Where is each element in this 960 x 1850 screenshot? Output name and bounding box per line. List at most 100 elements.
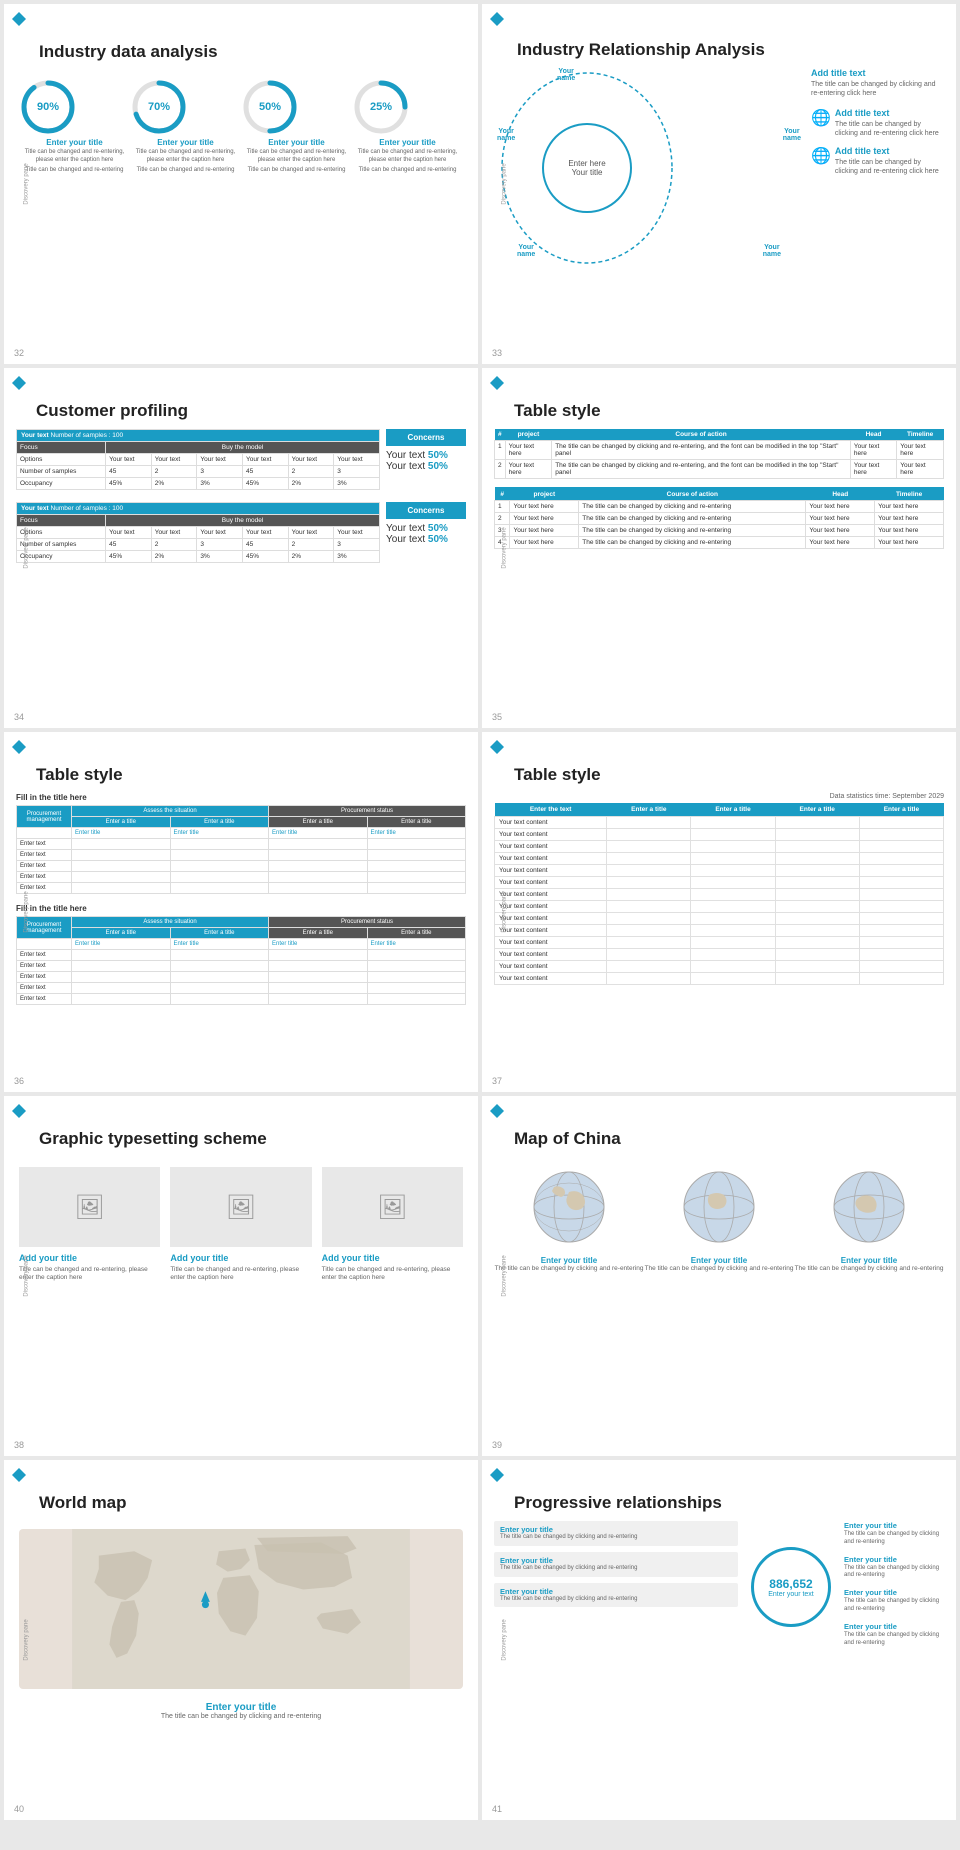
donut-2: 70% — [130, 78, 188, 136]
slide-accent-40 — [12, 1468, 26, 1482]
th-35-1-hash: # — [495, 429, 506, 441]
vertical-label-34: Discovery pane — [24, 527, 30, 568]
cell-et-2: Enter title — [170, 828, 269, 839]
tr-37-2: Your text content — [495, 829, 944, 841]
right-item-2-text: Add title text The title can be changed … — [835, 146, 941, 176]
globe-desc-1: The title can be changed by clicking and… — [495, 1265, 644, 1273]
circle-label-4: Enter your title — [352, 138, 463, 147]
tr-37-7: Your text content — [495, 889, 944, 901]
image-icon-1: 🖼 — [74, 1193, 104, 1222]
vertical-label-35: Discovery pane — [502, 527, 508, 568]
prog-box-title-2: Enter your title — [500, 1556, 732, 1565]
img-desc-3: Title can be changed and re-entering, pl… — [322, 1266, 463, 1283]
table-36-1: Procurement management Assess the situat… — [16, 805, 466, 894]
donut-3: 50% — [241, 78, 299, 136]
prog-box-title-3: Enter your title — [500, 1587, 732, 1596]
table-35-1: # project Course of action Head Timeline… — [494, 429, 944, 479]
th-37-4: Enter a title — [859, 803, 943, 817]
pct-line1: Your text 50% — [386, 450, 466, 461]
slide-accent-41 — [490, 1468, 504, 1482]
right-item-41-4: Enter your title The title can be change… — [844, 1622, 944, 1648]
table-36-2: Procurement management Assess the situat… — [16, 916, 466, 1005]
slide-num-35: 35 — [492, 712, 502, 722]
donut-4: 25% — [352, 78, 410, 136]
slide-num-38: 38 — [14, 1440, 24, 1450]
circle-desc-1: Title can be changed and re-entering, pl… — [19, 149, 130, 165]
slide-num-34: 34 — [14, 712, 24, 722]
right-item-2: 🌐 Add title text The title can be change… — [811, 146, 941, 176]
right-desc-1: The title can be changed by clicking and… — [835, 120, 941, 138]
th-35-2-head: Head — [806, 488, 875, 501]
right-title-41-1: Enter your title — [844, 1521, 944, 1530]
table-row-35-2-4: 4Your text hereThe title can be changed … — [495, 537, 944, 549]
right-title-2: Add title text — [835, 146, 941, 156]
th-37-text: Enter the text — [495, 803, 607, 817]
enter-a-2: Enter a title — [170, 817, 269, 828]
prog-center: 886,652 Enter your text — [746, 1521, 836, 1653]
prog-box-desc-3: The title can be changed by clicking and… — [500, 1596, 732, 1604]
diagram-right: Add title text The title can be changed … — [811, 68, 941, 185]
slide-accent-38 — [12, 1104, 26, 1118]
sat-br: Yourname — [763, 244, 781, 258]
donut-val-4: 25% — [370, 101, 392, 113]
globe-row: Enter your title The title can be change… — [494, 1167, 944, 1273]
vertical-label-32: Discovery pane — [24, 163, 30, 204]
slide-34: Customer profiling Your text Number of s… — [4, 368, 478, 728]
slide-num-40: 40 — [14, 1804, 24, 1814]
globe-svg-1 — [529, 1167, 609, 1247]
samples-label-2: Number of samples : 100 — [51, 505, 124, 512]
tr-37-13: Your text content — [495, 961, 944, 973]
enter-b-2: Enter a title — [170, 928, 269, 939]
donut-val-2: 70% — [148, 101, 170, 113]
globe-title-1: Enter your title — [495, 1256, 644, 1265]
globe-title-3: Enter your title — [795, 1256, 944, 1265]
th-35-2-tl: Timeline — [875, 488, 944, 501]
your-text-label: Your text — [21, 432, 49, 439]
circle-label-1: Enter your title — [19, 138, 130, 147]
row2-l: Enter text — [17, 850, 72, 861]
pct-line2: Your text 50% — [386, 461, 466, 472]
right-desc-41-3: The title can be changed by clicking and… — [844, 1598, 944, 1614]
vertical-label-37: Discovery pane — [502, 891, 508, 932]
pct2-line1: Your text 50% — [386, 523, 466, 534]
sat-left: Yourname — [497, 128, 515, 142]
globe-svg-3 — [829, 1167, 909, 1247]
enter-b-4: Enter a title — [367, 928, 466, 939]
slide-accent-39 — [490, 1104, 504, 1118]
globe-desc-3: The title can be changed by clicking and… — [795, 1265, 944, 1273]
sat-bl: Yourname — [517, 244, 535, 258]
circle-item-1: 90% Enter your title Title can be change… — [19, 78, 130, 174]
assess-2: Assess the situation — [72, 917, 269, 928]
prog-center-circle: 886,652 Enter your text — [751, 1547, 831, 1627]
slide-accent-35 — [490, 376, 504, 390]
circle-desc-4: Title can be changed and re-entering, pl… — [352, 149, 463, 165]
slide-40-title: World map — [19, 1465, 463, 1521]
prog-box-3: Enter your title The title can be change… — [494, 1583, 738, 1608]
circle-item-4: 25% Enter your title Title can be change… — [352, 78, 463, 174]
slide-accent-34 — [12, 376, 26, 390]
slide-33-title: Industry Relationship Analysis — [497, 12, 941, 68]
sat-top: Yourname — [557, 68, 575, 82]
tr-37-11: Your text content — [495, 937, 944, 949]
tr-37-14: Your text content — [495, 973, 944, 985]
slide-accent-33 — [490, 12, 504, 26]
samples-label: Number of samples : 100 — [51, 432, 124, 439]
tr-37-6: Your text content — [495, 877, 944, 889]
globe-item-3: Enter your title The title can be change… — [795, 1167, 944, 1273]
table-2-wrap: Your text Number of samples : 100 Focus … — [16, 502, 380, 567]
circle-desc4b-4: Title can be changed and re-entering — [352, 167, 463, 175]
slide-accent-36 — [12, 740, 26, 754]
table-1: Your text Number of samples : 100 Focus … — [16, 429, 380, 490]
img-title-2: Add your title — [170, 1253, 311, 1263]
slide-37: Table style Data statistics time: Septem… — [482, 732, 956, 1092]
globe-title-2: Enter your title — [645, 1256, 794, 1265]
rel-diagram: Enter here Your title Yourname Yourname … — [497, 68, 941, 268]
slide-num-37: 37 — [492, 1076, 502, 1086]
center-circle: Enter here Your title — [542, 123, 632, 213]
slide-41: Progressive relationships Enter your tit… — [482, 1460, 956, 1820]
img-row: 🖼 Add your title Title can be changed an… — [19, 1167, 463, 1283]
prog-box-1: Enter your title The title can be change… — [494, 1521, 738, 1546]
right-desc-41-4: The title can be changed by clicking and… — [844, 1632, 944, 1648]
vertical-label-36: Discovery pane — [24, 891, 30, 932]
cell-et-4: Enter title — [367, 828, 466, 839]
